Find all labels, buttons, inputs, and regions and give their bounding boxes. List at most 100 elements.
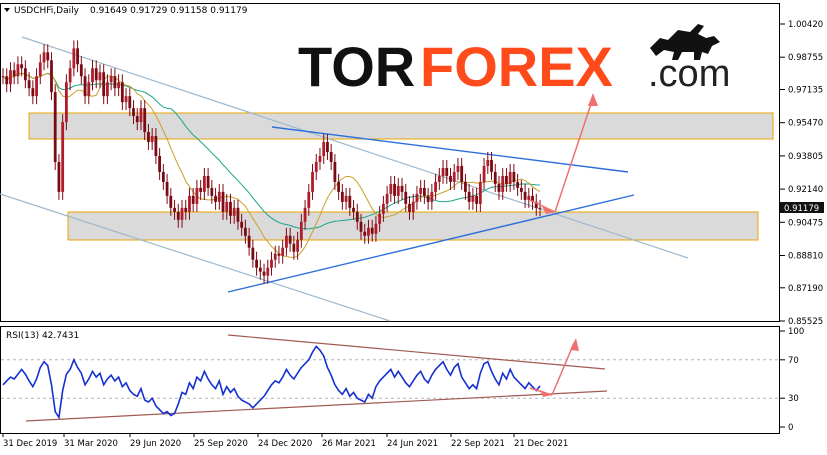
candle-body xyxy=(98,72,102,81)
candle-body xyxy=(516,181,520,188)
candle-body xyxy=(415,193,419,202)
candle-body xyxy=(460,165,464,182)
candle-body xyxy=(314,161,318,172)
rsi-tick-label: 30 xyxy=(788,394,799,404)
candle-body xyxy=(42,52,46,63)
candle-body xyxy=(173,207,176,212)
candle-body xyxy=(236,207,240,222)
rsi-tick-label: 100 xyxy=(788,327,804,337)
candle-body xyxy=(326,142,329,153)
candle-body xyxy=(281,247,285,256)
candle-body xyxy=(16,64,20,77)
price-tick-label: 0.95470 xyxy=(788,119,823,129)
candle-body xyxy=(202,175,206,192)
candle-body xyxy=(120,82,124,103)
candle-body xyxy=(94,68,98,81)
candle-body xyxy=(106,82,109,97)
logo-forex: FOREX xyxy=(420,35,613,98)
candle-body xyxy=(154,136,158,156)
price-tick-label: 0.85525 xyxy=(788,317,823,327)
time-tick-label: 24 Jun 2021 xyxy=(387,439,438,449)
price-tick-label: 0.92140 xyxy=(788,185,823,195)
candle-body xyxy=(348,195,352,208)
candle-body xyxy=(217,191,221,202)
candle-body xyxy=(288,235,292,244)
candle-body xyxy=(482,165,486,182)
candle-body xyxy=(199,187,203,192)
candle-body xyxy=(370,227,374,234)
candle-body xyxy=(437,175,441,182)
candle-body xyxy=(270,259,273,268)
candle-body xyxy=(247,235,251,248)
candle-body xyxy=(367,227,370,236)
candle-body xyxy=(363,231,367,236)
symbol-label: USDCHFi,Daily xyxy=(14,6,80,16)
candle-body xyxy=(333,161,337,182)
candle-body xyxy=(68,68,72,83)
candle-body xyxy=(329,152,333,162)
price-tick-label: 0.88810 xyxy=(788,251,823,261)
price-tick-label: 0.97135 xyxy=(788,86,823,96)
candle-body xyxy=(195,187,199,204)
candle-body xyxy=(64,82,68,123)
time-tick-label: 29 Jun 2020 xyxy=(130,439,181,449)
candle-body xyxy=(422,187,426,196)
time-tick-label: 31 Dec 2019 xyxy=(3,439,57,449)
candle-body xyxy=(449,175,452,182)
candle-body xyxy=(191,195,195,204)
candle-body xyxy=(296,239,300,252)
candle-body xyxy=(486,159,490,166)
candle-body xyxy=(355,211,359,222)
rsi-tick-label: 0 xyxy=(788,423,793,433)
candle-body xyxy=(393,183,396,196)
candle-body xyxy=(5,76,9,85)
candle-body xyxy=(188,195,191,212)
candle-body xyxy=(273,253,277,260)
candle-body xyxy=(221,191,225,212)
candle-body xyxy=(20,64,24,69)
candle-body xyxy=(434,181,437,192)
candle-body xyxy=(508,171,512,184)
candle-body xyxy=(381,203,385,214)
candle-body xyxy=(176,211,180,220)
candle-body xyxy=(419,187,423,194)
candle-body xyxy=(35,76,38,97)
candle-body xyxy=(76,48,79,65)
rsi-plot-frame xyxy=(0,326,780,434)
candle-body xyxy=(79,64,83,77)
candle-body xyxy=(46,52,50,61)
candle-body xyxy=(169,195,173,208)
usdchf-chart: 1.00420 0.98755 0.97135 0.95470 0.93805 0.921… xyxy=(0,3,824,449)
candle-body xyxy=(426,195,430,202)
time-tick-label: 22 Sep 2021 xyxy=(451,439,505,449)
price-tick-label: 1.00420 xyxy=(788,20,823,30)
candle-body xyxy=(158,156,162,172)
candle-body xyxy=(57,161,61,192)
candle-body xyxy=(143,108,147,133)
candle-body xyxy=(493,171,497,184)
candle-body xyxy=(262,271,266,276)
candle-body xyxy=(180,207,184,220)
candle-body xyxy=(243,227,247,236)
candle-body xyxy=(385,193,389,204)
candle-body xyxy=(232,207,236,216)
candle-body xyxy=(378,213,382,224)
candle-body xyxy=(359,221,363,232)
candle-body xyxy=(501,175,505,192)
candle-body xyxy=(445,167,449,176)
price-axis: 1.00420 0.98755 0.97135 0.95470 0.93805 0.921… xyxy=(780,20,823,327)
candle-body xyxy=(322,142,326,156)
candle-body xyxy=(210,187,214,196)
candle-body xyxy=(225,201,229,212)
candle-body xyxy=(206,175,210,188)
candle-body xyxy=(523,191,527,200)
candle-body xyxy=(124,96,128,103)
candle-body xyxy=(285,235,288,248)
candle-body xyxy=(430,191,434,202)
candle-body xyxy=(519,187,523,192)
time-axis: 31 Dec 2019 31 Mar 2020 29 Jun 2020 25 Sep … xyxy=(2,433,568,449)
candle-body xyxy=(23,68,27,81)
price-tick-label: 0.93805 xyxy=(788,152,823,162)
ohlc-label: 0.91649 0.91729 0.91158 0.91179 xyxy=(90,6,248,16)
candle-body xyxy=(318,156,322,162)
